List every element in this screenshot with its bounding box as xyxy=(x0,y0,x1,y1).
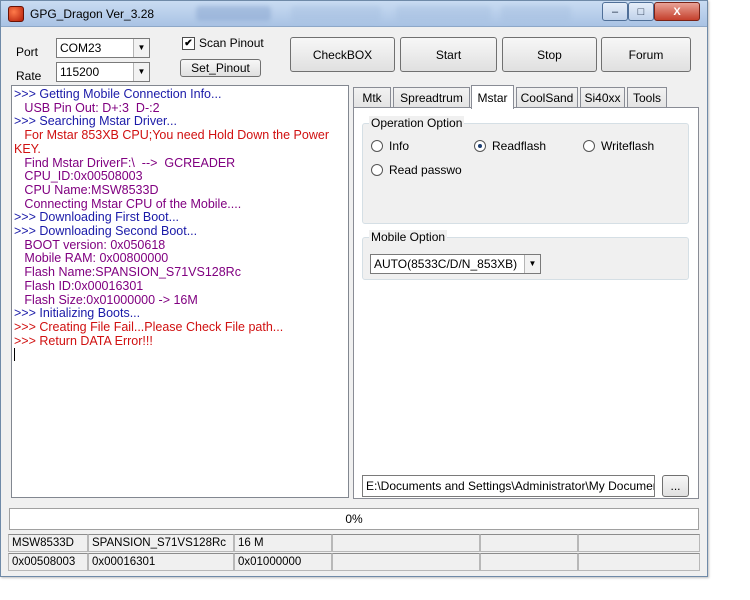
log-line: BOOT version: 0x050618 xyxy=(14,237,166,252)
log-line: >>> Downloading Second Boot... xyxy=(14,224,198,239)
start-button[interactable]: Start xyxy=(400,37,497,72)
app-window: GPG_Dragon Ver_3.28 – □ X Port COM23 ▼ R… xyxy=(0,0,708,577)
file-path-field[interactable]: E:\Documents and Settings\Administrator\… xyxy=(362,475,655,497)
info-radio-label: Info xyxy=(389,139,410,153)
tab-mtk[interactable]: Mtk xyxy=(353,87,391,108)
blurred-taskbar-item-icon xyxy=(396,6,491,21)
log-line: Flash Name:SPANSION_S71VS128Rc xyxy=(14,265,241,280)
tab-spreadtrum[interactable]: Spreadtrum xyxy=(393,87,470,108)
set-pinout-button[interactable]: Set_Pinout xyxy=(180,59,261,77)
port-select[interactable]: COM23 ▼ xyxy=(56,38,150,58)
read-password-radio-label: Read passwo xyxy=(389,163,462,177)
log-line: >>> Downloading First Boot... xyxy=(14,210,180,225)
scan-pinout-checkbox[interactable]: ✔ xyxy=(182,37,195,50)
tab-tools[interactable]: Tools xyxy=(627,87,667,108)
status-flash-size: 16 M xyxy=(234,534,332,552)
log-line: Flash ID:0x00016301 xyxy=(14,278,144,293)
blurred-taskbar-item-icon xyxy=(196,6,271,21)
minimize-button[interactable]: – xyxy=(602,2,628,21)
browse-button[interactable]: ... xyxy=(662,475,689,497)
rate-value: 115200 xyxy=(60,65,100,79)
log-line: Flash Size:0x01000000 -> 16M xyxy=(14,292,198,307)
progress-bar: 0% xyxy=(9,508,699,530)
chevron-down-icon[interactable]: ▼ xyxy=(524,255,540,273)
status-flash-size-hex: 0x01000000 xyxy=(234,553,332,571)
log-line: >>> Initializing Boots... xyxy=(14,306,141,321)
writeflash-radio[interactable] xyxy=(583,140,595,152)
mobile-option-select[interactable]: AUTO(8533C/D/N_853XB) ▼ xyxy=(370,254,541,274)
window-title: GPG_Dragon Ver_3.28 xyxy=(30,7,155,21)
rate-label: Rate xyxy=(16,69,42,83)
status-cell-empty xyxy=(480,534,578,552)
port-label: Port xyxy=(16,45,39,59)
status-cpu-name: MSW8533D xyxy=(8,534,88,552)
maximize-button[interactable]: □ xyxy=(628,2,654,21)
log-output[interactable]: >>> Getting Mobile Connection Info... US… xyxy=(11,85,349,498)
status-flash-id: 0x00016301 xyxy=(88,553,234,571)
mobile-option-value: AUTO(8533C/D/N_853XB) xyxy=(374,257,518,271)
close-button[interactable]: X xyxy=(654,2,700,21)
port-value: COM23 xyxy=(60,41,102,55)
log-line: Mobile RAM: 0x00800000 xyxy=(14,251,169,266)
dragon-app-icon xyxy=(8,6,24,22)
checkbox-button[interactable]: CheckBOX xyxy=(290,37,395,72)
operation-option-title: Operation Option xyxy=(369,116,465,130)
tab-si40xx[interactable]: Si40xx xyxy=(580,87,625,108)
log-line: >>> Creating File Fail...Please Check Fi… xyxy=(14,319,284,334)
forum-button[interactable]: Forum xyxy=(601,37,691,72)
status-flash-name: SPANSION_S71VS128Rc xyxy=(88,534,234,552)
status-cell-empty xyxy=(578,553,700,571)
tab-mstar[interactable]: Mstar xyxy=(471,85,514,109)
scan-pinout-label: Scan Pinout xyxy=(199,36,264,50)
chevron-down-icon[interactable]: ▼ xyxy=(133,63,149,81)
operation-option-group: Operation Option Info Readflash Writefla… xyxy=(362,116,689,224)
progress-text: 0% xyxy=(345,512,363,526)
title-bar: GPG_Dragon Ver_3.28 – □ X xyxy=(1,1,707,27)
log-line: >>> Getting Mobile Connection Info... xyxy=(14,87,222,101)
status-cell-empty xyxy=(480,553,578,571)
readflash-radio[interactable] xyxy=(474,140,486,152)
log-line: USB Pin Out: D+:3 D-:2 xyxy=(14,100,160,115)
log-line: CPU_ID:0x00508003 xyxy=(14,169,143,184)
status-cpu-id: 0x00508003 xyxy=(8,553,88,571)
mobile-option-group: Mobile Option AUTO(8533C/D/N_853XB) ▼ xyxy=(362,230,689,280)
log-line: Connecting Mstar CPU of the Mobile.... xyxy=(14,196,242,211)
status-cell-empty xyxy=(578,534,700,552)
mstar-tab-panel: Operation Option Info Readflash Writefla… xyxy=(353,107,699,499)
log-line: For Mstar 853XB CPU;You need Hold Down t… xyxy=(14,128,333,156)
status-cell-empty xyxy=(332,534,480,552)
blurred-taskbar-item-icon xyxy=(501,6,571,21)
blurred-taskbar-item-icon xyxy=(291,6,381,21)
rate-select[interactable]: 115200 ▼ xyxy=(56,62,150,82)
stop-button[interactable]: Stop xyxy=(502,37,597,72)
writeflash-radio-label: Writeflash xyxy=(601,139,655,153)
tab-coolsand[interactable]: CoolSand xyxy=(516,87,578,108)
chevron-down-icon[interactable]: ▼ xyxy=(133,39,149,57)
read-password-radio[interactable] xyxy=(371,164,383,176)
mobile-option-title: Mobile Option xyxy=(369,230,448,244)
text-caret xyxy=(14,348,348,365)
log-line: CPU Name:MSW8533D xyxy=(14,182,159,197)
log-line: >>> Searching Mstar Driver... xyxy=(14,114,177,129)
log-line: >>> Return DATA Error!!! xyxy=(14,333,153,348)
readflash-radio-label: Readflash xyxy=(492,139,547,153)
log-line: Find Mstar DriverF:\ --> GCREADER xyxy=(14,155,236,170)
status-cell-empty xyxy=(332,553,480,571)
info-radio[interactable] xyxy=(371,140,383,152)
